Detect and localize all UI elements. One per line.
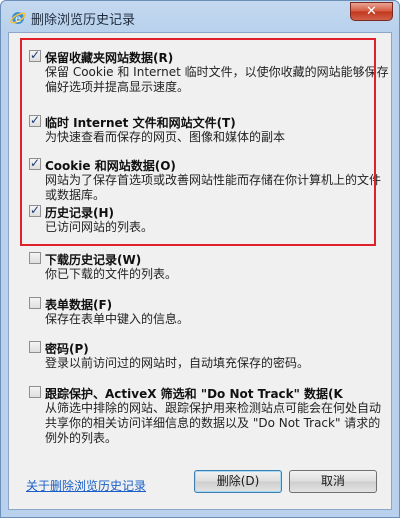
about-delete-history-link[interactable]: 关于删除浏览历史记录 — [26, 477, 146, 494]
option-label: 跟踪保护、ActiveX 筛选和 "Do Not Track" 数据(K — [45, 387, 343, 401]
cancel-button[interactable]: 取消 — [289, 470, 377, 493]
option-description: 从筛选中排除的网站、跟踪保护用来检测站点可能会在何处自动共享你的相关访问详细信息… — [45, 401, 382, 445]
delete-button[interactable]: 删除(D) — [194, 470, 282, 493]
option-label: 密码(P) — [45, 342, 89, 356]
option-description: 登录以前访问过的网站时，自动填充保存的密码。 — [45, 356, 310, 370]
option-description: 保存在表单中键入的信息。 — [45, 312, 190, 326]
option-label: 表单数据(F) — [45, 298, 113, 312]
window-title: 删除浏览历史记录 — [31, 13, 136, 28]
checkbox[interactable] — [29, 297, 41, 309]
checkbox[interactable] — [29, 341, 41, 353]
option-description: 你已下载的文件的列表。 — [45, 267, 178, 281]
option-label: 下载历史记录(W) — [45, 253, 142, 267]
checkbox[interactable] — [29, 252, 41, 264]
svg-text:e: e — [15, 14, 21, 25]
highlight-box — [20, 38, 376, 246]
checkbox[interactable] — [29, 386, 41, 398]
delete-history-dialog: e 删除浏览历史记录 ✕ 保留收藏夹网站数据(R) 保留 Cookie 和 In… — [0, 0, 400, 518]
internet-explorer-icon: e — [10, 12, 26, 25]
close-button[interactable]: ✕ — [350, 2, 393, 21]
title-bar: e 删除浏览历史记录 ✕ — [1, 1, 399, 35]
